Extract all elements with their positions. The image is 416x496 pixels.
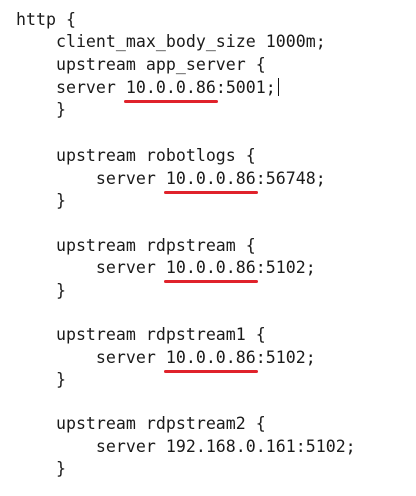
highlighted-ip-address: 10.0.0.86: [123, 78, 218, 103]
code-line: http {: [16, 10, 76, 29]
highlighted-ip-address: 10.0.0.86: [163, 348, 258, 373]
code-text: server: [16, 169, 166, 188]
code-text: :5102;: [255, 258, 316, 277]
code-line: upstream rdpstream {: [16, 236, 256, 255]
code-text: server: [16, 348, 166, 367]
highlighted-ip-address: 10.0.0.86: [163, 169, 258, 194]
code-editor[interactable]: http { client_max_body_size 1000m; upstr…: [0, 0, 416, 496]
code-line: server 10.0.0.86:5102;: [16, 258, 316, 283]
code-line: upstream rdpstream1 {: [16, 325, 266, 344]
code-line: }: [16, 459, 66, 478]
code-line: client_max_body_size 1000m;: [16, 32, 326, 51]
code-text: server: [16, 78, 126, 97]
code-line: upstream app_server {: [16, 55, 266, 74]
code-line: server 10.0.0.86:5001;: [16, 78, 279, 103]
code-line: server 192.168.0.161:5102;: [16, 437, 356, 456]
code-line: }: [16, 100, 66, 119]
code-line: }: [16, 191, 66, 210]
text-cursor: [277, 78, 279, 96]
code-line: upstream rdpstream2 {: [16, 414, 266, 433]
code-text: :5001;: [215, 78, 276, 97]
code-line: server 10.0.0.86:5102;: [16, 348, 316, 373]
code-text: server: [16, 258, 166, 277]
code-text: :56748;: [255, 169, 326, 188]
highlighted-ip-address: 10.0.0.86: [163, 258, 258, 283]
code-line: upstream robotlogs {: [16, 146, 256, 165]
code-line: server 10.0.0.86:56748;: [16, 169, 326, 194]
code-line: }: [16, 370, 66, 389]
code-text: :5102;: [255, 348, 316, 367]
code-line: }: [16, 281, 66, 300]
